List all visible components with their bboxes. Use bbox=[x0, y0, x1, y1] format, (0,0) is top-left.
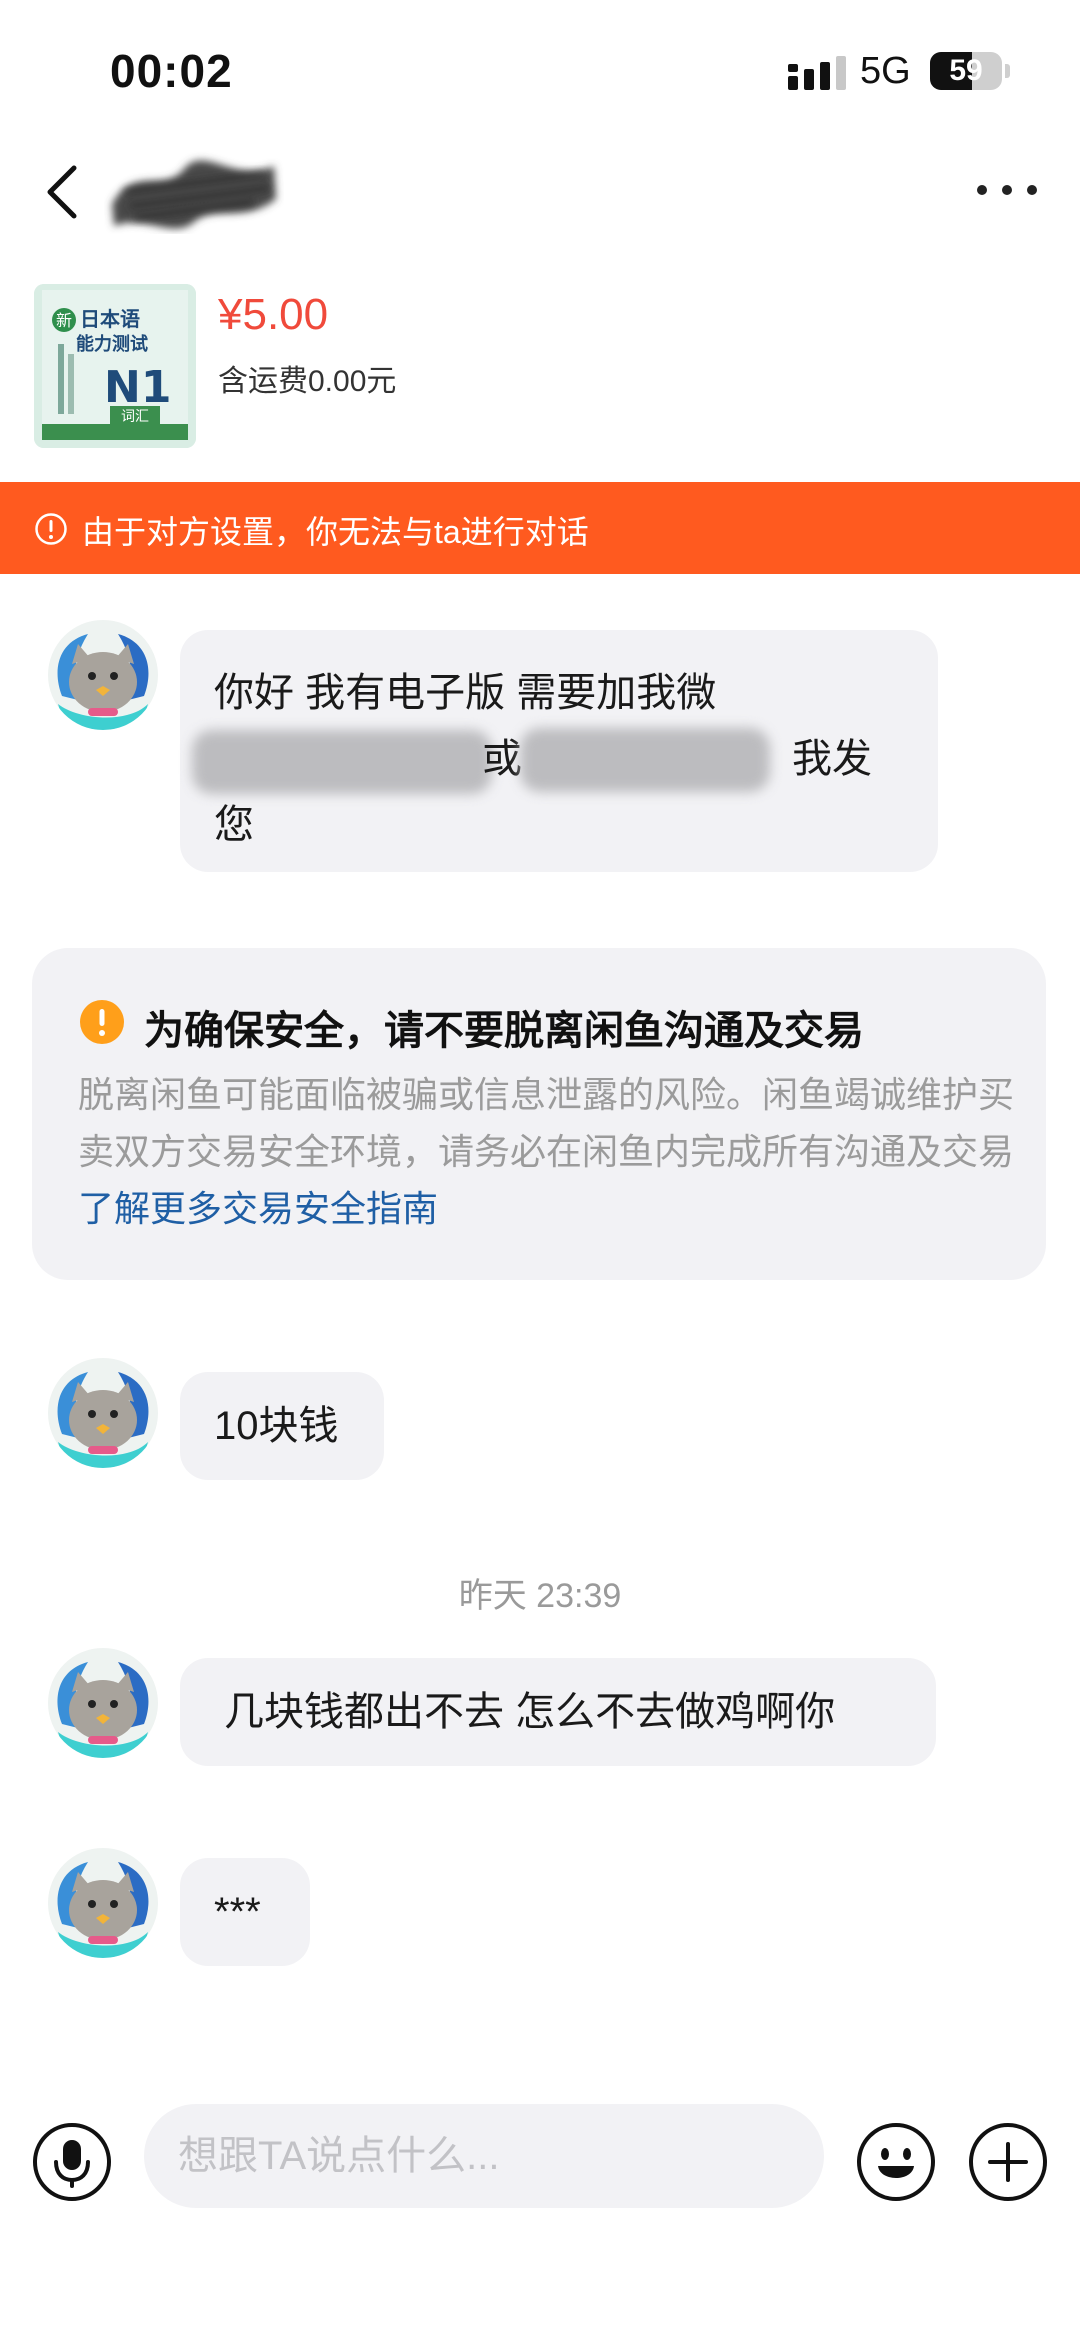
input-bar bbox=[0, 2080, 1080, 2240]
alert-circle-icon bbox=[35, 513, 67, 545]
redacted-contact bbox=[192, 730, 492, 794]
safety-guide-link[interactable]: 了解更多交易安全指南 bbox=[78, 1188, 438, 1229]
message-line: 或 我发 bbox=[192, 726, 938, 794]
message-line: 您 bbox=[214, 803, 254, 847]
message-line: 你好 我有电子版 需要加我微 bbox=[214, 671, 717, 715]
avatar[interactable] bbox=[48, 1848, 158, 1958]
safety-title: 为确保安全，请不要脱离闲鱼沟通及交易 bbox=[144, 1009, 864, 1053]
message-input[interactable] bbox=[144, 2104, 824, 2208]
warning-text: 由于对方设置，你无法与ta进行对话 bbox=[82, 514, 589, 550]
cover-badge: 新 bbox=[56, 311, 72, 330]
safety-body-text: 脱离闲鱼可能面临被骗或信息泄露的风险。闲鱼竭诚维护买卖双方交易安全环境，请务必在… bbox=[78, 1074, 1015, 1172]
warning-circle-icon bbox=[80, 1000, 124, 1044]
product-price: ¥5.00 bbox=[218, 290, 329, 339]
product-shipping: 含运费0.00元 bbox=[218, 365, 397, 398]
product-image[interactable]: 新 日本语 能力测试 N1 词汇 bbox=[34, 284, 196, 448]
message-text: *** bbox=[214, 1890, 261, 1934]
safety-body: 脱离闲鱼可能面临被骗或信息泄露的风险。闲鱼竭诚维护买卖双方交易安全环境，请务必在… bbox=[78, 1066, 1018, 1237]
plus-icon[interactable] bbox=[968, 2122, 1048, 2202]
safety-notice: 为确保安全，请不要脱离闲鱼沟通及交易 脱离闲鱼可能面临被骗或信息泄露的风险。闲鱼… bbox=[32, 948, 1046, 1280]
status-time: 00:02 bbox=[110, 45, 233, 97]
cover-sub: 词汇 bbox=[121, 409, 149, 425]
signal-icon bbox=[788, 56, 846, 90]
more-dots-icon[interactable] bbox=[972, 170, 1042, 210]
avatar[interactable] bbox=[48, 620, 158, 730]
product-card[interactable]: 新 日本语 能力测试 N1 词汇 ¥5.00 含运费0.00元 bbox=[0, 270, 1080, 470]
timestamp: 昨天 23:39 bbox=[458, 1577, 622, 1615]
emoji-icon[interactable] bbox=[856, 2122, 936, 2202]
cover-level: N1 bbox=[104, 362, 171, 413]
cover-title-1: 日本语 bbox=[80, 307, 140, 331]
nav-bar bbox=[0, 130, 1080, 250]
message-bubble[interactable]: 你好 我有电子版 需要加我微 或 我发 您 bbox=[180, 630, 938, 872]
message-text: 几块钱都出不去 怎么不去做鸡啊你 bbox=[224, 1690, 836, 1734]
microphone-icon[interactable] bbox=[32, 2122, 112, 2202]
avatar[interactable] bbox=[48, 1358, 158, 1468]
message-text: 10块钱 bbox=[214, 1404, 339, 1448]
redacted-contact bbox=[520, 728, 770, 792]
message-bubble[interactable]: 10块钱 bbox=[180, 1372, 384, 1480]
warning-banner: 由于对方设置，你无法与ta进行对话 bbox=[0, 482, 1080, 574]
battery-icon: 59 bbox=[930, 52, 1002, 90]
status-bar: 00:02 5G 59 bbox=[0, 0, 1080, 130]
chevron-left-icon[interactable] bbox=[36, 156, 96, 228]
message-fragment: 我发 bbox=[792, 737, 872, 781]
cover-title-2: 能力测试 bbox=[76, 333, 148, 355]
contact-name-redacted bbox=[112, 160, 276, 229]
battery-cap bbox=[1005, 64, 1010, 78]
avatar[interactable] bbox=[48, 1648, 158, 1758]
message-bubble[interactable]: *** bbox=[180, 1858, 310, 1966]
battery-level: 59 bbox=[949, 54, 983, 87]
network-label: 5G bbox=[860, 50, 911, 92]
message-bubble[interactable]: 几块钱都出不去 怎么不去做鸡啊你 bbox=[180, 1658, 936, 1766]
message-fragment: 或 bbox=[482, 737, 522, 781]
